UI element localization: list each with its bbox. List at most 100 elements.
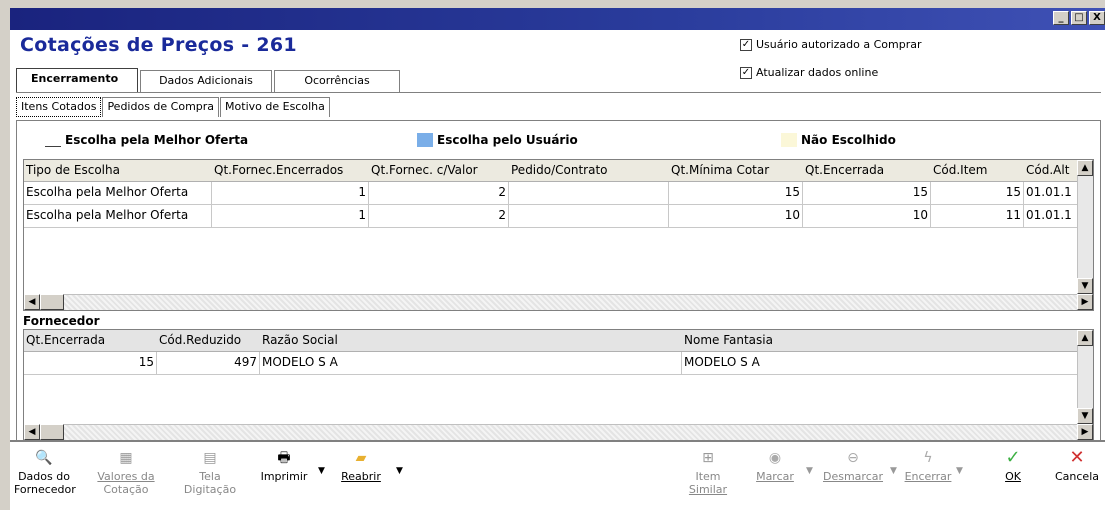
main-window: Cotações de Preços - 261 ✓ Usuário autor…	[10, 30, 1105, 510]
tree-icon: ⊞	[702, 450, 714, 466]
cell-cod-item: 11	[931, 205, 1024, 227]
column-header[interactable]: Qt.Fornec.Encerrados	[212, 160, 369, 181]
legend-label: Escolha pela Melhor Oferta	[65, 133, 249, 147]
window-controls: _ □ X	[1053, 11, 1105, 25]
item-similar-button[interactable]: ⊞ Item Similar	[686, 450, 730, 496]
cell-qt-minima: 15	[669, 182, 803, 204]
button-label: Desmarcar	[822, 470, 884, 483]
itens-table: Tipo de Escolha Qt.Fornec.Encerrados Qt.…	[23, 159, 1094, 311]
tela-digitacao-button[interactable]: ▤ Tela Digitação	[180, 450, 240, 496]
button-label: Dados do	[18, 470, 70, 483]
reabrir-dropdown-icon[interactable]: ▼	[396, 466, 403, 476]
table-header: Tipo de Escolha Qt.Fornec.Encerrados Qt.…	[24, 160, 1093, 182]
encerrar-dropdown-icon[interactable]: ▼	[956, 466, 963, 476]
tab-pedidos-de-compra[interactable]: Pedidos de Compra	[102, 97, 220, 117]
column-header[interactable]: Qt.Encerrada	[803, 160, 931, 181]
table-row[interactable]: 15 497 MODELO S A MODELO S A	[24, 352, 1093, 375]
button-label: Encerrar	[904, 470, 952, 483]
atualizar-online-checkbox[interactable]: ✓ Atualizar dados online	[740, 66, 878, 79]
cell-qt-fornec-valor: 2	[369, 205, 509, 227]
dados-fornecedor-button[interactable]: 🔍 Dados do Fornecedor	[14, 450, 76, 496]
column-header[interactable]: Cód.Item	[931, 160, 1024, 181]
column-header[interactable]: Qt.Mínima Cotar	[669, 160, 803, 181]
fornecedor-label: Fornecedor	[23, 314, 100, 328]
scroll-up-icon[interactable]: ▲	[1077, 160, 1093, 176]
usuario-autorizado-label: Usuário autorizado a Comprar	[756, 38, 922, 51]
checkmark-icon: ✓	[1005, 447, 1021, 468]
encerrar-button[interactable]: ϟ Encerrar	[902, 450, 954, 483]
fornecedor-table: Qt.Encerrada Cód.Reduzido Razão Social N…	[23, 329, 1094, 441]
scroll-left-icon[interactable]: ◀	[24, 424, 40, 440]
scroll-up-icon[interactable]: ▲	[1077, 330, 1093, 346]
lightning-icon: ϟ	[923, 450, 933, 466]
tab-divider	[16, 92, 1101, 93]
table-row[interactable]: Escolha pela Melhor Oferta 1 2 10 10 11 …	[24, 205, 1093, 228]
imprimir-button[interactable]: 🖶 Imprimir	[258, 450, 310, 483]
window-titlebar: _ □ X	[10, 8, 1105, 30]
folder-icon: ▰	[355, 450, 367, 466]
legend-nao-escolhido: Não Escolhido	[781, 133, 896, 147]
items-vertical-scrollbar[interactable]: ▲ ▼	[1077, 160, 1093, 294]
cancel-x-icon: ✕	[1069, 447, 1085, 468]
column-header[interactable]: Cód.Alt	[1024, 160, 1080, 181]
items-horizontal-scrollbar[interactable]: ◀ ▶	[24, 294, 1093, 310]
cell-qt-fornec-encerrados: 1	[212, 205, 369, 227]
close-button[interactable]: X	[1089, 11, 1105, 25]
cell-cod-reduzido: 497	[157, 352, 260, 374]
cell-nome-fantasia: MODELO S A	[684, 355, 760, 369]
tab-dados-adicionais[interactable]: Dados Adicionais	[140, 70, 272, 92]
marcar-dropdown-icon[interactable]: ▼	[806, 466, 813, 476]
scroll-down-icon[interactable]: ▼	[1077, 408, 1093, 424]
cell-qt-encerrada: 15	[803, 182, 931, 204]
cell-qt-fornec-valor: 2	[369, 182, 509, 204]
reabrir-button[interactable]: ▰ Reabrir	[338, 450, 384, 483]
column-header[interactable]: Tipo de Escolha	[24, 160, 212, 181]
ok-button[interactable]: ✓ OK	[998, 447, 1028, 484]
tab-encerramento[interactable]: Encerramento	[16, 68, 138, 92]
scroll-thumb[interactable]	[40, 424, 64, 440]
legend-swatch	[45, 133, 61, 147]
marcar-button[interactable]: ◉ Marcar	[752, 450, 798, 483]
button-label: Item	[695, 470, 721, 483]
atualizar-online-label: Atualizar dados online	[756, 66, 879, 79]
valores-cotacao-button[interactable]: ▦ Valores da Cotação	[96, 450, 156, 496]
table-header: Qt.Encerrada Cód.Reduzido Razão Social N…	[24, 330, 1093, 352]
cell-razao-social: MODELO S A	[260, 352, 682, 374]
tab-ocorrencias[interactable]: Ocorrências	[274, 70, 400, 92]
tab-itens-cotados[interactable]: Itens Cotados	[16, 97, 102, 117]
button-label: Cotação	[103, 483, 149, 496]
scroll-right-icon[interactable]: ▶	[1077, 294, 1093, 310]
button-label: Fornecedor	[14, 483, 76, 496]
column-header[interactable]: Qt.Encerrada	[24, 330, 157, 351]
table-row[interactable]: Escolha pela Melhor Oferta 1 2 15 15 15 …	[24, 182, 1093, 205]
scroll-down-icon[interactable]: ▼	[1077, 278, 1093, 294]
usuario-autorizado-checkbox[interactable]: ✓ Usuário autorizado a Comprar	[740, 38, 922, 51]
column-header[interactable]: Pedido/Contrato	[509, 160, 669, 181]
legend-swatch	[417, 133, 433, 147]
fornecedor-horizontal-scrollbar[interactable]: ◀ ▶	[24, 424, 1093, 440]
legend-swatch	[781, 133, 797, 147]
column-header[interactable]: Qt.Fornec. c/Valor	[369, 160, 509, 181]
cancela-button[interactable]: ✕ Cancela	[1052, 447, 1102, 484]
scroll-thumb[interactable]	[40, 294, 64, 310]
maximize-button[interactable]: □	[1071, 11, 1087, 25]
cell-pedido-contrato	[509, 182, 669, 204]
checkbox-checked-icon: ✓	[740, 66, 752, 79]
scroll-right-icon[interactable]: ▶	[1077, 424, 1093, 440]
cell-qt-encerrada: 15	[24, 352, 157, 374]
imprimir-dropdown-icon[interactable]: ▼	[318, 466, 325, 476]
column-header[interactable]: Razão Social	[260, 330, 682, 351]
minimize-button[interactable]: _	[1053, 11, 1069, 25]
desmarcar-dropdown-icon[interactable]: ▼	[890, 466, 897, 476]
tab-motivo-de-escolha[interactable]: Motivo de Escolha	[220, 97, 330, 117]
scroll-left-icon[interactable]: ◀	[24, 294, 40, 310]
column-header[interactable]: Nome Fantasia	[682, 330, 982, 351]
itens-cotados-panel: Escolha pela Melhor Oferta Escolha pelo …	[16, 120, 1101, 445]
fornecedor-vertical-scrollbar[interactable]: ▲ ▼	[1077, 330, 1093, 424]
calculator-icon: ▦	[119, 450, 133, 466]
column-header[interactable]: Cód.Reduzido	[157, 330, 260, 351]
cell-pedido-contrato	[509, 205, 669, 227]
desmarcar-button[interactable]: ⊖ Desmarcar	[820, 450, 886, 483]
cell-qt-fornec-encerrados: 1	[212, 182, 369, 204]
cell-cod-alt: 01.01.1	[1024, 182, 1080, 204]
